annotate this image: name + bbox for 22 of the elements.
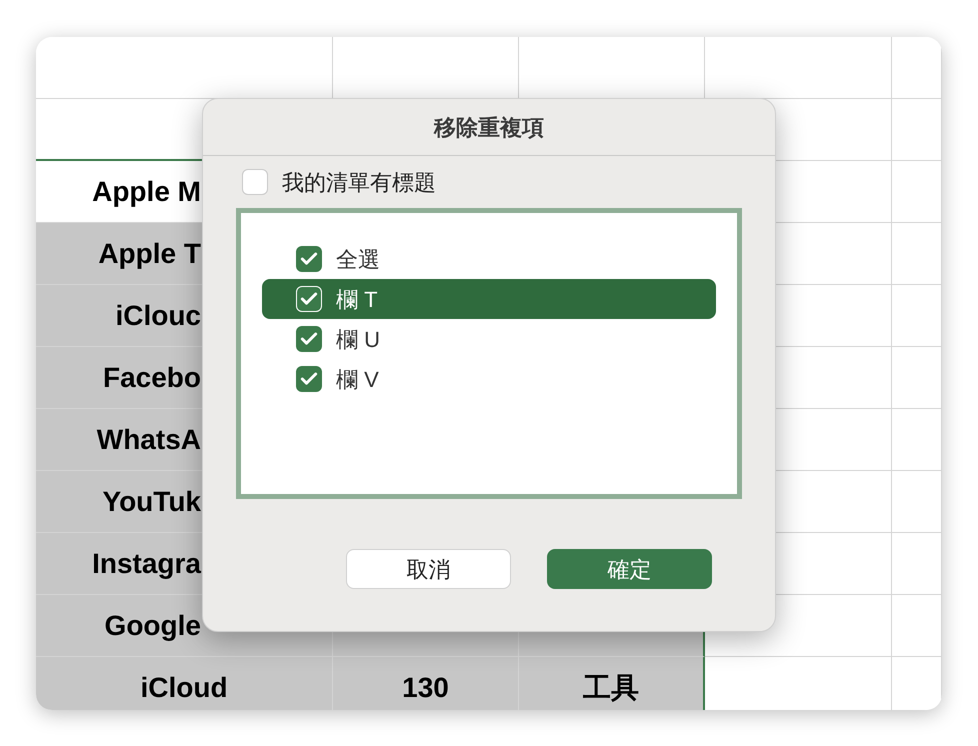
table-cell	[892, 223, 942, 285]
table-cell	[892, 161, 942, 223]
table-cell: 130	[333, 657, 519, 710]
table-cell	[892, 657, 942, 710]
list-item[interactable]: 欄 T	[262, 279, 716, 319]
table-cell	[892, 37, 942, 99]
cancel-button[interactable]: 取消	[346, 549, 511, 589]
table-cell: iCloud	[36, 657, 333, 710]
table-cell: 工具	[519, 657, 705, 710]
checkbox[interactable]	[296, 326, 322, 352]
table-cell	[892, 285, 942, 347]
checkbox[interactable]	[296, 366, 322, 392]
table-cell	[892, 595, 942, 657]
table-cell	[892, 99, 942, 161]
table-cell	[892, 347, 942, 409]
checkbox[interactable]	[242, 169, 268, 195]
dialog-title: 移除重複項	[434, 114, 544, 142]
checkbox[interactable]	[296, 246, 322, 272]
table-cell	[892, 471, 942, 533]
ok-button[interactable]: 確定	[547, 549, 712, 589]
table-cell	[892, 533, 942, 595]
table-cell	[892, 409, 942, 471]
